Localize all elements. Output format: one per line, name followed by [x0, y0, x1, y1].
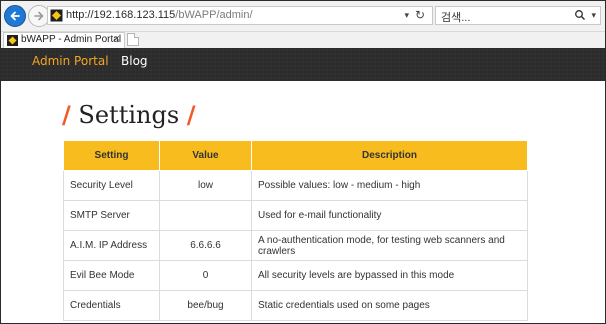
new-tab-icon[interactable] — [127, 33, 139, 46]
title-slash-right: / — [186, 101, 196, 129]
back-button[interactable] — [4, 5, 26, 27]
column-header-description: Description — [251, 140, 528, 171]
page-title-text: Settings — [78, 101, 180, 129]
setting-cell: Security Level — [63, 170, 160, 201]
close-icon[interactable]: × — [114, 33, 120, 45]
table-row: Credentials bee/bug Static credentials u… — [63, 290, 528, 321]
value-cell: 0 — [159, 260, 252, 291]
nav-admin-portal[interactable]: Admin Portal — [32, 54, 109, 68]
description-cell: Possible values: low - medium - high — [251, 170, 528, 201]
browser-window: http://192.168.123.115/bWAPP/admin/ ▾ ↻ … — [0, 0, 606, 324]
value-cell: bee/bug — [159, 290, 252, 321]
setting-cell: Evil Bee Mode — [63, 260, 160, 291]
search-icon[interactable] — [574, 9, 586, 21]
description-cell: A no-authentication mode, for testing we… — [251, 230, 528, 261]
back-arrow-icon — [10, 11, 20, 21]
url-host: http://192.168.123.115 — [66, 9, 176, 21]
table-row: Security Level low Possible values: low … — [63, 170, 528, 201]
table-row: A.I.M. IP Address 6.6.6.6 A no-authentic… — [63, 230, 528, 261]
table-header-row: Setting Value Description — [63, 140, 528, 171]
tab-bar: bWAPP - Admin Portal × — [1, 32, 605, 49]
nav-blog[interactable]: Blog — [121, 54, 148, 68]
table-row: Evil Bee Mode 0 All security levels are … — [63, 260, 528, 291]
column-header-value: Value — [159, 140, 252, 171]
url-input[interactable]: http://192.168.123.115/bWAPP/admin/ ▾ ↻ — [47, 6, 433, 25]
tab-admin-portal[interactable]: bWAPP - Admin Portal × — [3, 32, 125, 48]
setting-cell: SMTP Server — [63, 200, 160, 231]
description-cell: All security levels are bypassed in this… — [251, 260, 528, 291]
description-cell: Static credentials used on some pages — [251, 290, 528, 321]
tab-title: bWAPP - Admin Portal — [21, 34, 122, 45]
site-header: Admin Portal Blog — [1, 48, 605, 81]
title-slash-left: / — [62, 101, 71, 129]
site-icon — [50, 9, 63, 22]
search-input[interactable]: 검색... ▾ — [435, 6, 601, 25]
value-cell — [159, 200, 252, 231]
main-content: / Settings / Setting Value Description S… — [1, 81, 605, 323]
settings-table: Setting Value Description Security Level… — [63, 140, 528, 321]
setting-cell: Credentials — [63, 290, 160, 321]
refresh-icon[interactable]: ↻ — [415, 8, 425, 22]
forward-arrow-icon — [34, 11, 44, 21]
value-cell: 6.6.6.6 — [159, 230, 252, 261]
column-header-setting: Setting — [63, 140, 160, 171]
search-dropdown-icon[interactable]: ▾ — [591, 10, 596, 21]
value-cell: low — [159, 170, 252, 201]
table-row: SMTP Server Used for e-mail functionalit… — [63, 200, 528, 231]
url-path: /bWAPP/admin/ — [175, 9, 253, 21]
setting-cell: A.I.M. IP Address — [63, 230, 160, 261]
url-text: http://192.168.123.115/bWAPP/admin/ — [66, 9, 253, 21]
dropdown-icon[interactable]: ▾ — [404, 10, 409, 21]
tab-favicon — [7, 35, 18, 46]
search-placeholder: 검색... — [441, 12, 471, 24]
page-title: / Settings / — [62, 101, 196, 129]
address-bar: http://192.168.123.115/bWAPP/admin/ ▾ ↻ … — [1, 1, 605, 32]
description-cell: Used for e-mail functionality — [251, 200, 528, 231]
